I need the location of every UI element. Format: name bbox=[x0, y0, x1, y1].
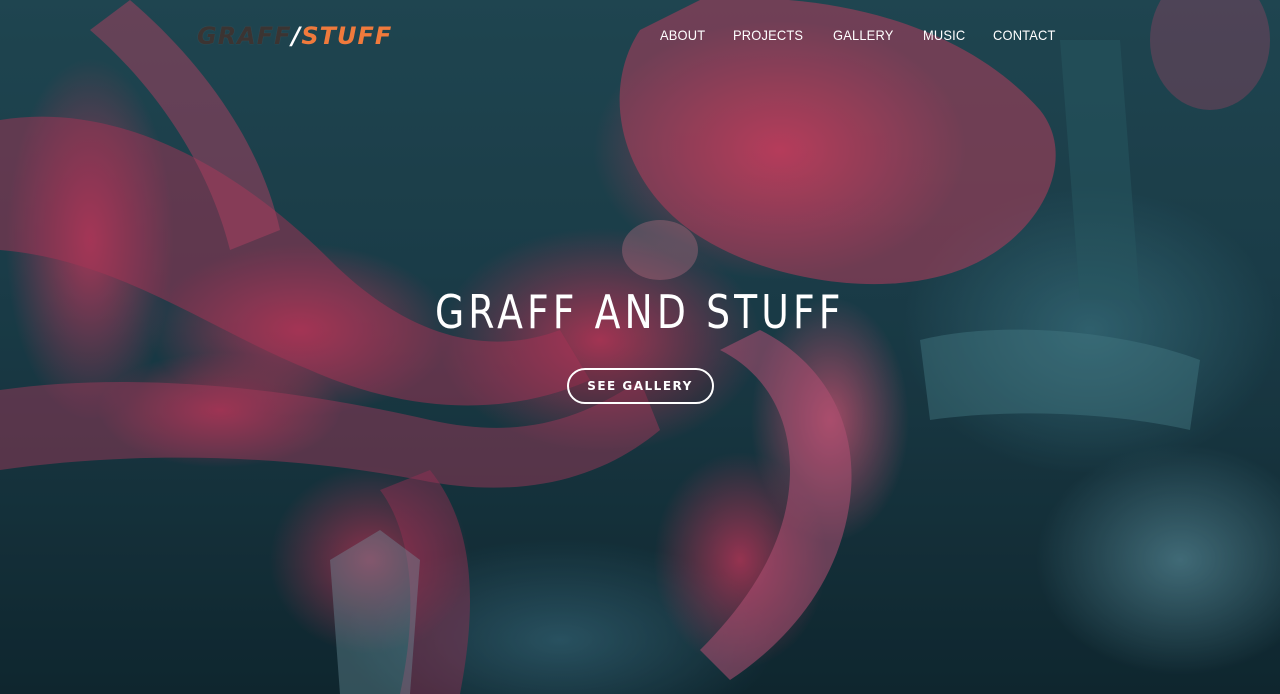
nav-link-gallery[interactable]: GALLERY bbox=[833, 27, 893, 43]
nav-menu: ABOUT PROJECTS GALLERY MUSIC CONTACT bbox=[660, 27, 1061, 45]
logo-text-graff: GRAFF bbox=[197, 22, 292, 50]
nav-item-music: MUSIC bbox=[923, 27, 969, 45]
nav-link-projects[interactable]: PROJECTS bbox=[733, 27, 803, 43]
nav-item-about: ABOUT bbox=[660, 27, 709, 45]
top-navbar: GRAFF/STUFF ABOUT PROJECTS GALLERY MUSIC… bbox=[0, 0, 1280, 72]
nav-item-contact: CONTACT bbox=[993, 27, 1061, 45]
hero-title: GRAFF AND STUFF bbox=[435, 285, 845, 339]
nav-link-contact[interactable]: CONTACT bbox=[993, 27, 1056, 43]
logo-text-stuff: STUFF bbox=[301, 22, 393, 50]
nav-item-projects: PROJECTS bbox=[733, 27, 809, 45]
nav-item-gallery: GALLERY bbox=[833, 27, 899, 45]
nav-link-about[interactable]: ABOUT bbox=[660, 27, 705, 43]
logo-separator: / bbox=[291, 22, 302, 50]
hero-section: GRAFF/STUFF ABOUT PROJECTS GALLERY MUSIC… bbox=[0, 0, 1280, 694]
nav-link-music[interactable]: MUSIC bbox=[923, 27, 965, 43]
hero-content: GRAFF AND STUFF SEE GALLERY bbox=[0, 284, 1280, 404]
site-logo[interactable]: GRAFF/STUFF bbox=[197, 22, 392, 50]
see-gallery-button[interactable]: SEE GALLERY bbox=[566, 368, 714, 404]
